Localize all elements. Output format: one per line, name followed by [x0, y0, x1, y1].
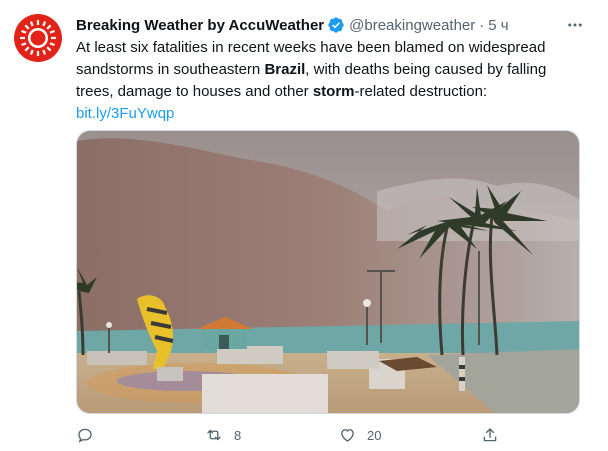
share-icon — [483, 428, 497, 442]
tweet-actions: 8 20 — [76, 424, 506, 450]
hashtag-storm: storm — [312, 83, 355, 100]
timestamp[interactable]: 5 ч — [488, 17, 508, 34]
reply-icon — [78, 428, 92, 443]
tweet[interactable]: Breaking Weather by AccuWeather @breakin… — [0, 0, 608, 451]
retweet-count: 8 — [234, 427, 242, 443]
heart-icon — [341, 429, 354, 442]
reply-button[interactable] — [76, 426, 104, 444]
author-handle[interactable]: @breakingweather — [349, 17, 475, 34]
sun-logo-icon — [20, 20, 56, 56]
retweet-icon — [207, 429, 221, 441]
sandstorm-photo — [77, 131, 579, 413]
tweet-text: At least six fatalities in recent weeks … — [76, 37, 586, 125]
tweet-header: Breaking Weather by AccuWeather @breakin… — [76, 14, 568, 36]
author-name[interactable]: Breaking Weather by AccuWeather — [76, 17, 324, 34]
share-button[interactable] — [481, 426, 499, 444]
separator-dot: · — [479, 16, 485, 34]
more-options-icon[interactable] — [564, 14, 586, 36]
tweet-text-part: -related destruction: — [354, 83, 488, 100]
like-count: 20 — [367, 427, 382, 443]
hashtag-brazil: Brazil — [264, 61, 306, 78]
like-button[interactable]: 20 — [338, 426, 381, 444]
tweet-link[interactable]: bit.ly/3FuYwqp — [76, 105, 174, 122]
verified-badge-icon — [327, 16, 345, 34]
avatar[interactable] — [14, 14, 62, 62]
retweet-button[interactable]: 8 — [204, 426, 241, 444]
tweet-media-image[interactable] — [76, 130, 580, 414]
